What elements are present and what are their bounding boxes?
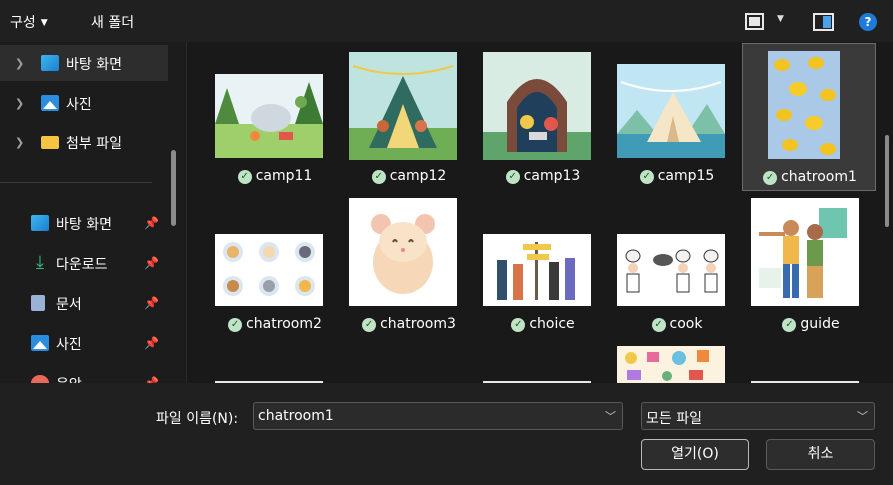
cancel-button[interactable]: 취소 — [766, 439, 875, 470]
filetype-select[interactable]: 모든 파일 ﹀ — [641, 402, 875, 430]
pin-icon: 📌 — [144, 256, 159, 270]
desktop-icon — [41, 55, 59, 71]
documents-icon — [31, 295, 45, 311]
file-name: camp13 — [523, 168, 581, 184]
sync-check-icon: ✓ — [639, 170, 654, 184]
file-name: camp12 — [389, 168, 447, 184]
quick-access-label: 사진 — [56, 337, 82, 353]
quick-access-photos[interactable]: 사진 📌 — [0, 324, 168, 362]
quick-access-downloads[interactable]: ⤓ 다운로드 📌 — [0, 244, 168, 282]
file-name: chatroom1 — [781, 169, 857, 185]
sidebar-item-photos[interactable]: ❯ 사진 — [0, 85, 168, 121]
sync-check-icon: ✓ — [362, 318, 377, 332]
music-icon — [31, 375, 49, 383]
file-item[interactable]: ✓ cook — [610, 192, 744, 340]
file-name: choice — [529, 316, 575, 332]
photos-icon — [31, 335, 49, 351]
sidebar-item-label: 사진 — [66, 97, 92, 113]
preview-pane-icon[interactable] — [813, 13, 834, 31]
file-grid: ✓ camp11 ✓ camp12 ✓ camp13 ✓ camp15 ✓ ch… — [187, 42, 893, 383]
file-item[interactable]: ✓ camp11 — [208, 44, 342, 192]
sidebar-divider — [0, 182, 152, 183]
dialog-footer: 파일 이름(N): chatroom1 ﹀ 모든 파일 ﹀ 열기(O) 취소 — [0, 383, 893, 485]
new-folder-button[interactable]: 새 폴더 — [91, 12, 134, 32]
quick-access-music[interactable]: 음악 📌 — [0, 364, 168, 383]
file-grid-scrollbar[interactable] — [885, 135, 889, 227]
expand-chevron-icon[interactable]: ❯ — [15, 57, 24, 70]
camp15-thumbnail — [617, 64, 725, 158]
quick-access-label: 바탕 화면 — [56, 217, 112, 233]
file-item[interactable]: ✓ guide — [744, 192, 878, 340]
open-button[interactable]: 열기(O) — [641, 439, 749, 470]
file-name: cook — [669, 316, 703, 332]
chatroom1-thumbnail — [768, 51, 840, 159]
chevron-down-icon[interactable]: ﹀ — [857, 408, 868, 424]
file-name: chatroom3 — [380, 316, 456, 332]
help-icon[interactable]: ? — [859, 13, 877, 31]
quick-access-label: 음악 — [56, 374, 82, 383]
sync-check-icon: ✓ — [651, 318, 666, 332]
photos-icon — [41, 95, 59, 111]
guide-thumbnail — [751, 198, 859, 306]
filename-label: 파일 이름(N): — [156, 411, 239, 427]
camp12-thumbnail — [349, 52, 457, 160]
pin-icon: 📌 — [144, 336, 159, 350]
file-thumbnail-partial[interactable] — [617, 346, 725, 383]
quick-access-label: 다운로드 — [56, 257, 108, 273]
view-options-chevron-icon[interactable]: ▼ — [777, 14, 784, 24]
navigation-pane: ❯ 바탕 화면 ❯ 사진 ❯ 첨부 파일 바탕 화면 📌 ⤓ 다운로드 📌 문서… — [0, 42, 186, 383]
cook-thumbnail — [617, 234, 725, 306]
organize-label: 구성 — [10, 15, 36, 31]
file-item[interactable]: ✓ camp12 — [342, 44, 476, 192]
sync-check-icon: ✓ — [763, 171, 778, 185]
chevron-down-icon[interactable]: ﹀ — [605, 408, 616, 424]
sidebar-item-label: 바탕 화면 — [66, 57, 122, 73]
desktop-icon — [31, 215, 49, 231]
view-mode-icon[interactable] — [745, 13, 764, 30]
organize-menu-button[interactable]: 구성 ▼ — [10, 12, 48, 32]
sidebar-item-label: 첨부 파일 — [66, 136, 122, 152]
file-name: camp15 — [657, 168, 715, 184]
pin-icon: 📌 — [144, 296, 159, 310]
file-item[interactable]: ✓ chatroom2 — [208, 192, 342, 340]
pin-icon: 📌 — [144, 216, 159, 230]
toolbar: 구성 ▼ 새 폴더 ▼ ? — [0, 0, 893, 42]
filename-value[interactable]: chatroom1 — [258, 408, 334, 424]
filetype-value: 모든 파일 — [646, 411, 702, 427]
quick-access-desktop[interactable]: 바탕 화면 📌 — [0, 204, 168, 242]
sync-check-icon: ✓ — [237, 170, 252, 184]
file-item[interactable]: ✓ camp13 — [476, 44, 610, 192]
camp13-thumbnail — [483, 52, 591, 160]
expand-chevron-icon[interactable]: ❯ — [15, 136, 24, 149]
sidebar-scrollbar[interactable] — [171, 150, 176, 226]
chatroom2-thumbnail — [215, 234, 323, 306]
file-name: camp11 — [255, 168, 313, 184]
filename-input[interactable]: chatroom1 ﹀ — [253, 402, 623, 430]
pin-icon: 📌 — [144, 376, 159, 383]
choice-thumbnail — [483, 234, 591, 306]
chatroom3-thumbnail — [349, 198, 457, 306]
quick-access-documents[interactable]: 문서 📌 — [0, 284, 168, 322]
file-item[interactable]: ✓ camp15 — [610, 44, 744, 192]
expand-chevron-icon[interactable]: ❯ — [15, 97, 24, 110]
quick-access-label: 문서 — [56, 297, 82, 313]
file-item[interactable]: ✓ choice — [476, 192, 610, 340]
file-item[interactable]: ✓ chatroom3 — [342, 192, 476, 340]
folder-icon — [41, 136, 59, 149]
download-icon: ⤓ — [36, 252, 44, 273]
sidebar-item-desktop[interactable]: ❯ 바탕 화면 — [0, 45, 168, 81]
sync-check-icon: ✓ — [228, 318, 243, 332]
sync-check-icon: ✓ — [505, 170, 520, 184]
file-name: chatroom2 — [246, 316, 322, 332]
sidebar-item-attachments[interactable]: ❯ 첨부 파일 — [0, 124, 168, 160]
sync-check-icon: ✓ — [371, 170, 386, 184]
file-item-selected[interactable]: ✓ chatroom1 — [742, 43, 876, 191]
sync-check-icon: ✓ — [782, 318, 797, 332]
file-name: guide — [800, 316, 840, 332]
camp11-thumbnail — [215, 74, 323, 158]
sync-check-icon: ✓ — [511, 318, 526, 332]
chevron-down-icon: ▼ — [40, 18, 48, 28]
